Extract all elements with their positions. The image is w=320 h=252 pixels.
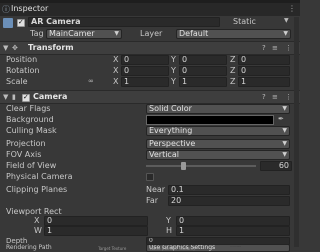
axis-z-label: Z bbox=[230, 55, 236, 64]
static-dropdown-icon[interactable]: ▼ bbox=[284, 17, 289, 24]
expand-arrow-icon: ▼ bbox=[3, 93, 9, 101]
axis-z-label: Z bbox=[230, 77, 236, 86]
occlusion-culling-label: Occlusion Culling bbox=[98, 247, 107, 248]
projection-value: Perspective bbox=[149, 139, 196, 148]
axis-x-label: X bbox=[113, 66, 119, 75]
rotation-y-field[interactable]: 0 bbox=[179, 66, 227, 76]
culling-mask-value: Everything bbox=[149, 126, 193, 135]
layer-label: Layer bbox=[140, 29, 163, 38]
scrollbar[interactable] bbox=[294, 17, 299, 247]
axis-x-label: X bbox=[113, 55, 119, 64]
fov-axis-dropdown[interactable]: Vertical ▼ bbox=[146, 150, 290, 160]
layer-dropdown[interactable]: Default ▼ bbox=[176, 29, 291, 39]
viewport-h-letter: H bbox=[166, 226, 173, 235]
projection-label: Projection bbox=[6, 139, 46, 148]
viewport-rect-label: Viewport Rect bbox=[6, 207, 62, 216]
fov-axis-value: Vertical bbox=[149, 150, 179, 159]
physical-camera-label: Physical Camera bbox=[6, 172, 73, 181]
fov-value-field[interactable]: 60 bbox=[260, 161, 292, 171]
fov-slider-track[interactable] bbox=[146, 165, 256, 167]
culling-mask-label: Culling Mask bbox=[6, 126, 57, 135]
hdr-label: HDR bbox=[130, 247, 133, 248]
eyedropper-icon[interactable]: ✒ bbox=[278, 115, 284, 123]
tab-inspector[interactable]: Inspector bbox=[11, 4, 48, 13]
camera-title: Camera bbox=[33, 92, 68, 101]
preset-icon[interactable]: ≡ bbox=[272, 44, 278, 52]
position-label: Position bbox=[6, 55, 38, 64]
scale-x-field[interactable]: 1 bbox=[121, 77, 169, 87]
scale-y-field[interactable]: 1 bbox=[179, 77, 227, 87]
far-label: Far bbox=[146, 196, 159, 205]
position-y-field[interactable]: 0 bbox=[179, 55, 227, 65]
axis-y-label: Y bbox=[171, 55, 176, 64]
rotation-x-field[interactable]: 0 bbox=[121, 66, 169, 76]
menu-icon[interactable]: ⋮ bbox=[285, 93, 292, 101]
clipping-planes-label: Clipping Planes bbox=[6, 185, 68, 194]
position-z-field[interactable]: 0 bbox=[238, 55, 290, 65]
transform-header[interactable]: ▼ ✥ Transform ? ≡ ⋮ bbox=[0, 41, 300, 55]
fov-axis-label: FOV Axis bbox=[6, 150, 42, 159]
static-label: Static bbox=[233, 17, 256, 26]
rotation-label: Rotation bbox=[6, 66, 40, 75]
axis-y-label: Y bbox=[171, 77, 176, 86]
inspector-tab-icon: ⓘ bbox=[2, 5, 10, 14]
clear-flags-value: Solid Color bbox=[149, 104, 192, 113]
axis-y-label: Y bbox=[171, 66, 176, 75]
rendering-path-label: Rendering Path bbox=[6, 244, 52, 251]
target-texture-field[interactable]: None (Render Texture) bbox=[150, 247, 195, 251]
expand-arrow-icon: ▼ bbox=[3, 44, 9, 52]
layer-value: Default bbox=[179, 29, 209, 38]
clear-flags-dropdown[interactable]: Solid Color ▼ bbox=[146, 104, 290, 114]
viewport-x-letter: X bbox=[34, 216, 40, 225]
fov-slider-handle[interactable] bbox=[180, 162, 186, 170]
help-icon[interactable]: ? bbox=[262, 44, 266, 52]
near-label: Near bbox=[146, 185, 166, 194]
tag-label: Tag bbox=[30, 29, 44, 38]
chevron-down-icon: ▼ bbox=[282, 127, 287, 134]
tab-bar: ⓘ Inspector ⋮ bbox=[0, 3, 300, 16]
viewport-h-field[interactable]: 1 bbox=[176, 226, 290, 236]
background-color-swatch[interactable] bbox=[146, 115, 274, 125]
tag-dropdown[interactable]: MainCamer ▼ bbox=[46, 29, 122, 39]
clear-flags-label: Clear Flags bbox=[6, 104, 51, 113]
chevron-down-icon: ▼ bbox=[282, 140, 287, 147]
far-field[interactable]: 20 bbox=[168, 196, 290, 206]
object-name-field[interactable]: AR Camera bbox=[28, 17, 220, 27]
tab-menu-icon[interactable]: ⋮ bbox=[288, 4, 296, 13]
tag-value: MainCamer bbox=[49, 29, 95, 38]
chevron-down-icon: ▼ bbox=[283, 30, 288, 37]
fov-label: Field of View bbox=[6, 161, 57, 170]
culling-mask-dropdown[interactable]: Everything ▼ bbox=[146, 126, 290, 136]
preset-icon[interactable]: ≡ bbox=[272, 93, 278, 101]
chevron-down-icon: ▼ bbox=[114, 30, 119, 37]
hdr-value[interactable]: Use Graphics Settings bbox=[230, 247, 241, 248]
transform-icon: ✥ bbox=[12, 44, 18, 52]
viewport-x-field[interactable]: 0 bbox=[44, 216, 148, 226]
camera-enabled-checkbox[interactable] bbox=[22, 93, 30, 102]
scale-z-field[interactable]: 1 bbox=[238, 77, 290, 87]
camera-icon: ▮ bbox=[12, 93, 16, 101]
axis-x-label: X bbox=[113, 77, 119, 86]
active-checkbox[interactable] bbox=[17, 18, 25, 27]
chevron-down-icon: ▼ bbox=[282, 151, 287, 158]
link-icon[interactable]: ∞ bbox=[88, 77, 94, 85]
background-label: Background bbox=[6, 115, 54, 124]
physical-camera-checkbox[interactable] bbox=[146, 173, 154, 181]
viewport-y-letter: Y bbox=[166, 216, 171, 225]
chevron-down-icon: ▼ bbox=[282, 105, 287, 112]
viewport-y-field[interactable]: 0 bbox=[176, 216, 290, 226]
transform-title: Transform bbox=[28, 43, 74, 52]
rotation-z-field[interactable]: 0 bbox=[238, 66, 290, 76]
camera-header[interactable]: ▼ ▮ Camera ? ≡ ⋮ bbox=[0, 90, 300, 104]
position-x-field[interactable]: 0 bbox=[121, 55, 169, 65]
gameobject-icon bbox=[3, 18, 13, 28]
help-icon[interactable]: ? bbox=[262, 93, 266, 101]
axis-z-label: Z bbox=[230, 66, 236, 75]
scale-label: Scale bbox=[6, 77, 28, 86]
menu-icon[interactable]: ⋮ bbox=[285, 44, 292, 52]
projection-dropdown[interactable]: Perspective ▼ bbox=[146, 139, 290, 149]
near-field[interactable]: 0.1 bbox=[168, 185, 290, 195]
viewport-w-letter: W bbox=[34, 226, 42, 235]
viewport-w-field[interactable]: 1 bbox=[44, 226, 148, 236]
